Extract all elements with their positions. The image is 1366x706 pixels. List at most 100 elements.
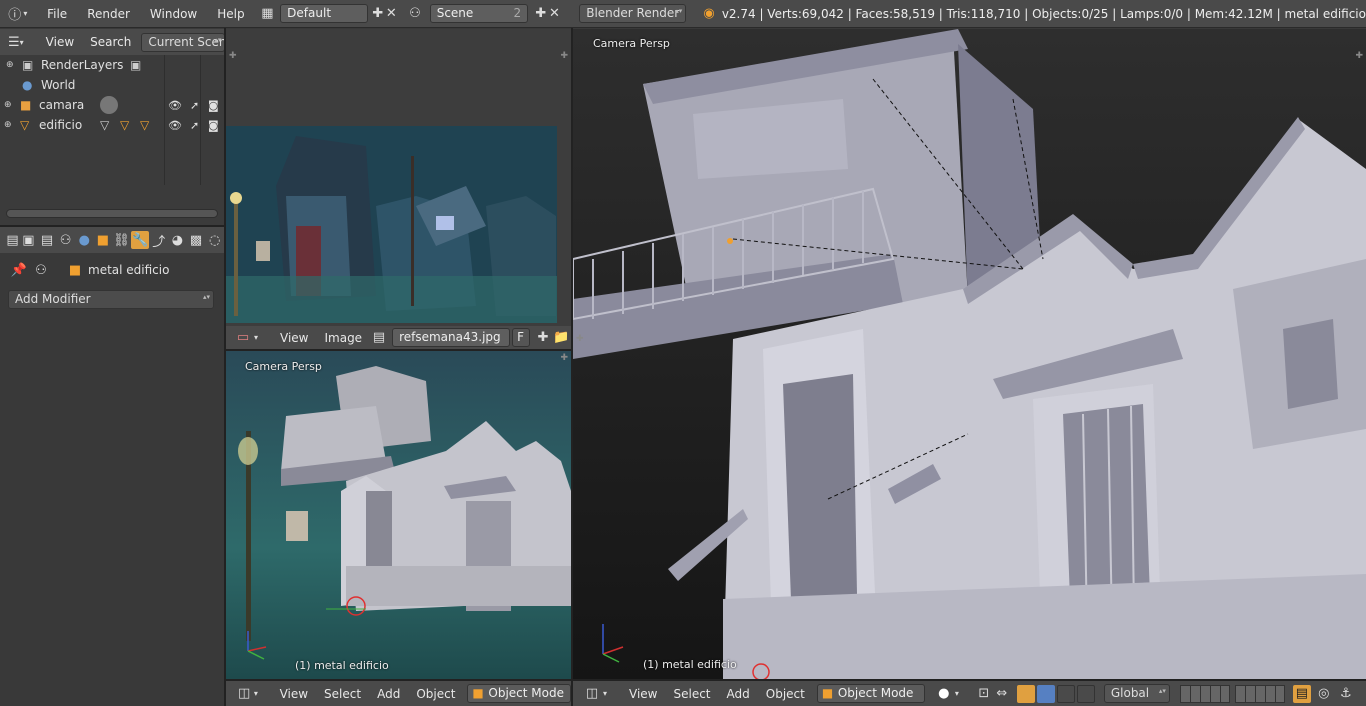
- image-browse-icon[interactable]: ▤: [370, 329, 388, 347]
- texture-tab-icon[interactable]: ▩: [187, 231, 206, 249]
- area-corner-icon[interactable]: ✚: [560, 51, 568, 61]
- menu-window[interactable]: Window: [140, 7, 207, 21]
- menu-file[interactable]: File: [37, 7, 77, 21]
- data-tab-icon[interactable]: ⤴: [149, 231, 168, 250]
- expand-icon[interactable]: ⊕: [6, 60, 18, 70]
- manipulator-extra-icon[interactable]: [1076, 684, 1095, 703]
- world-tab-icon[interactable]: ●: [75, 231, 94, 249]
- chevron-down-icon[interactable]: ▾: [252, 329, 260, 347]
- render-toggle-icon[interactable]: ◙: [208, 99, 219, 112]
- object-tab-icon[interactable]: ■: [94, 231, 113, 249]
- outliner-item-camara[interactable]: ⊕ ■ camara 👁 ➚ ◙: [0, 95, 224, 115]
- cursor-icon[interactable]: ➚: [190, 119, 199, 132]
- remove-layout-icon[interactable]: ✕: [385, 5, 399, 23]
- chevron-down-icon[interactable]: ▾: [22, 5, 30, 23]
- outliner-item-renderlayers[interactable]: ⊕ ▣ RenderLayers ▣: [0, 55, 224, 75]
- new-image-icon[interactable]: ✚: [534, 329, 552, 347]
- lock-camera-icon[interactable]: ▤: [1292, 684, 1311, 703]
- viewport-small[interactable]: Camera Persp (1) metal edificio ✚: [226, 351, 571, 679]
- image-editor-icon[interactable]: ▭: [234, 329, 252, 347]
- info-editor-icon[interactable]: ⓘ: [8, 5, 22, 23]
- viewport-main-menu-select[interactable]: Select: [665, 687, 718, 701]
- viewport-small-menu-view[interactable]: View: [272, 687, 316, 701]
- outliner-editor-icon[interactable]: ☰: [8, 33, 20, 51]
- add-modifier-dropdown[interactable]: Add Modifier: [8, 290, 214, 309]
- area-divider[interactable]: [573, 679, 1366, 681]
- viewport-main-menu-object[interactable]: Object: [758, 687, 813, 701]
- pivot-point-icon[interactable]: ⊡: [975, 685, 993, 703]
- expand-icon[interactable]: ⊕: [4, 100, 16, 110]
- chevron-down-icon[interactable]: ▾: [953, 685, 961, 703]
- translate-manipulator-icon[interactable]: [1016, 684, 1035, 703]
- viewport-small-mode-dropdown[interactable]: ■ Object Mode: [467, 684, 571, 703]
- image-editor-header: ▭ ▾ View Image ▤ refsemana43.jpg F ✚ 📁: [226, 326, 571, 349]
- scale-manipulator-icon[interactable]: [1056, 684, 1075, 703]
- constraints-tab-icon[interactable]: ⛓: [112, 231, 131, 249]
- add-layout-icon[interactable]: ✚: [371, 5, 385, 23]
- viewport-main-menu-view[interactable]: View: [621, 687, 665, 701]
- area-corner-icon[interactable]: ✚: [576, 334, 584, 344]
- screen-layout-field[interactable]: Default: [280, 4, 369, 23]
- chevron-down-icon[interactable]: ▾: [252, 685, 259, 703]
- area-divider[interactable]: [0, 225, 224, 227]
- eye-icon[interactable]: 👁: [168, 119, 182, 132]
- scene-tab-icon[interactable]: ⚇: [56, 231, 75, 249]
- area-corner-icon[interactable]: ✚: [1355, 51, 1363, 61]
- area-corner-icon[interactable]: ✚: [229, 51, 237, 61]
- chevron-down-icon[interactable]: ▾: [20, 33, 24, 51]
- render-layers-tab-icon[interactable]: ▤: [38, 231, 57, 249]
- outliner-scrollbar[interactable]: [6, 209, 218, 218]
- area-divider[interactable]: [226, 679, 571, 681]
- viewport-small-menu-object[interactable]: Object: [408, 687, 463, 701]
- manipulator-toggle-icon[interactable]: ⇔: [993, 685, 1011, 703]
- viewport-main-menu-add[interactable]: Add: [719, 687, 758, 701]
- layer-buttons[interactable]: [1179, 684, 1230, 703]
- area-divider[interactable]: [224, 28, 226, 706]
- render-preview-icon[interactable]: ◎: [1315, 685, 1333, 703]
- 3d-view-editor-icon[interactable]: ◫: [236, 685, 252, 703]
- render-engine-dropdown[interactable]: Blender Render: [579, 4, 687, 23]
- info-header: ⓘ ▾ File Render Window Help ▦ Default ✚ …: [0, 0, 1366, 28]
- outliner-item-world[interactable]: ● World: [0, 75, 224, 95]
- menu-help[interactable]: Help: [207, 7, 254, 21]
- snap-icon[interactable]: ⚓: [1337, 685, 1355, 703]
- pin-icon[interactable]: 📌: [10, 261, 28, 279]
- menu-render[interactable]: Render: [77, 7, 140, 21]
- scene-field[interactable]: Scene 2: [429, 4, 529, 23]
- add-scene-icon[interactable]: ✚: [534, 5, 548, 23]
- viewport-small-menu-select[interactable]: Select: [316, 687, 369, 701]
- cursor-icon[interactable]: ➚: [190, 99, 199, 112]
- image-menu-image[interactable]: Image: [316, 331, 370, 345]
- area-divider[interactable]: [226, 349, 571, 351]
- screen-layout-icon[interactable]: ▦: [261, 5, 275, 23]
- area-corner-icon[interactable]: ✚: [560, 353, 568, 363]
- expand-icon[interactable]: ⊕: [4, 120, 16, 130]
- image-menu-view[interactable]: View: [272, 331, 316, 345]
- viewport-main-mode-dropdown[interactable]: ■ Object Mode: [816, 684, 925, 703]
- outliner-menu-view[interactable]: View: [38, 35, 82, 49]
- material-tab-icon[interactable]: ◕: [168, 231, 187, 249]
- remove-scene-icon[interactable]: ✕: [548, 5, 562, 23]
- viewport-small-menu-add[interactable]: Add: [369, 687, 408, 701]
- chevron-down-icon[interactable]: ▾: [601, 685, 609, 703]
- image-name-field[interactable]: refsemana43.jpg: [392, 328, 511, 347]
- area-divider[interactable]: [571, 28, 573, 706]
- scene-icon[interactable]: ⚇: [408, 5, 422, 23]
- eye-icon[interactable]: 👁: [168, 99, 182, 112]
- render-toggle-icon[interactable]: ◙: [208, 119, 219, 132]
- layer-buttons[interactable]: [1234, 684, 1285, 703]
- physics-tab-icon[interactable]: ◌: [205, 231, 224, 249]
- viewport-main[interactable]: Camera Persp (1) metal edificio ✚ ✚: [573, 29, 1366, 679]
- transform-orientation-dropdown[interactable]: Global: [1103, 684, 1170, 703]
- outliner-menu-search[interactable]: Search: [82, 35, 139, 49]
- modifiers-tab-icon[interactable]: 🔧: [130, 231, 150, 249]
- rotate-manipulator-icon[interactable]: [1036, 684, 1055, 703]
- render-tab-icon[interactable]: ▣: [19, 231, 38, 249]
- properties-editor-icon[interactable]: ▤: [6, 231, 19, 249]
- viewport-shading-icon[interactable]: ●: [935, 685, 953, 703]
- fake-user-button[interactable]: F: [512, 328, 531, 347]
- outliner-item-edificio[interactable]: ⊕ ▽ edificio ▽ ▽ ▽ 👁 ➚ ◙: [0, 115, 224, 135]
- open-image-icon[interactable]: 📁: [552, 329, 570, 347]
- outliner-display-mode[interactable]: Current Scene: [141, 32, 224, 52]
- 3d-view-editor-icon[interactable]: ◫: [583, 685, 601, 703]
